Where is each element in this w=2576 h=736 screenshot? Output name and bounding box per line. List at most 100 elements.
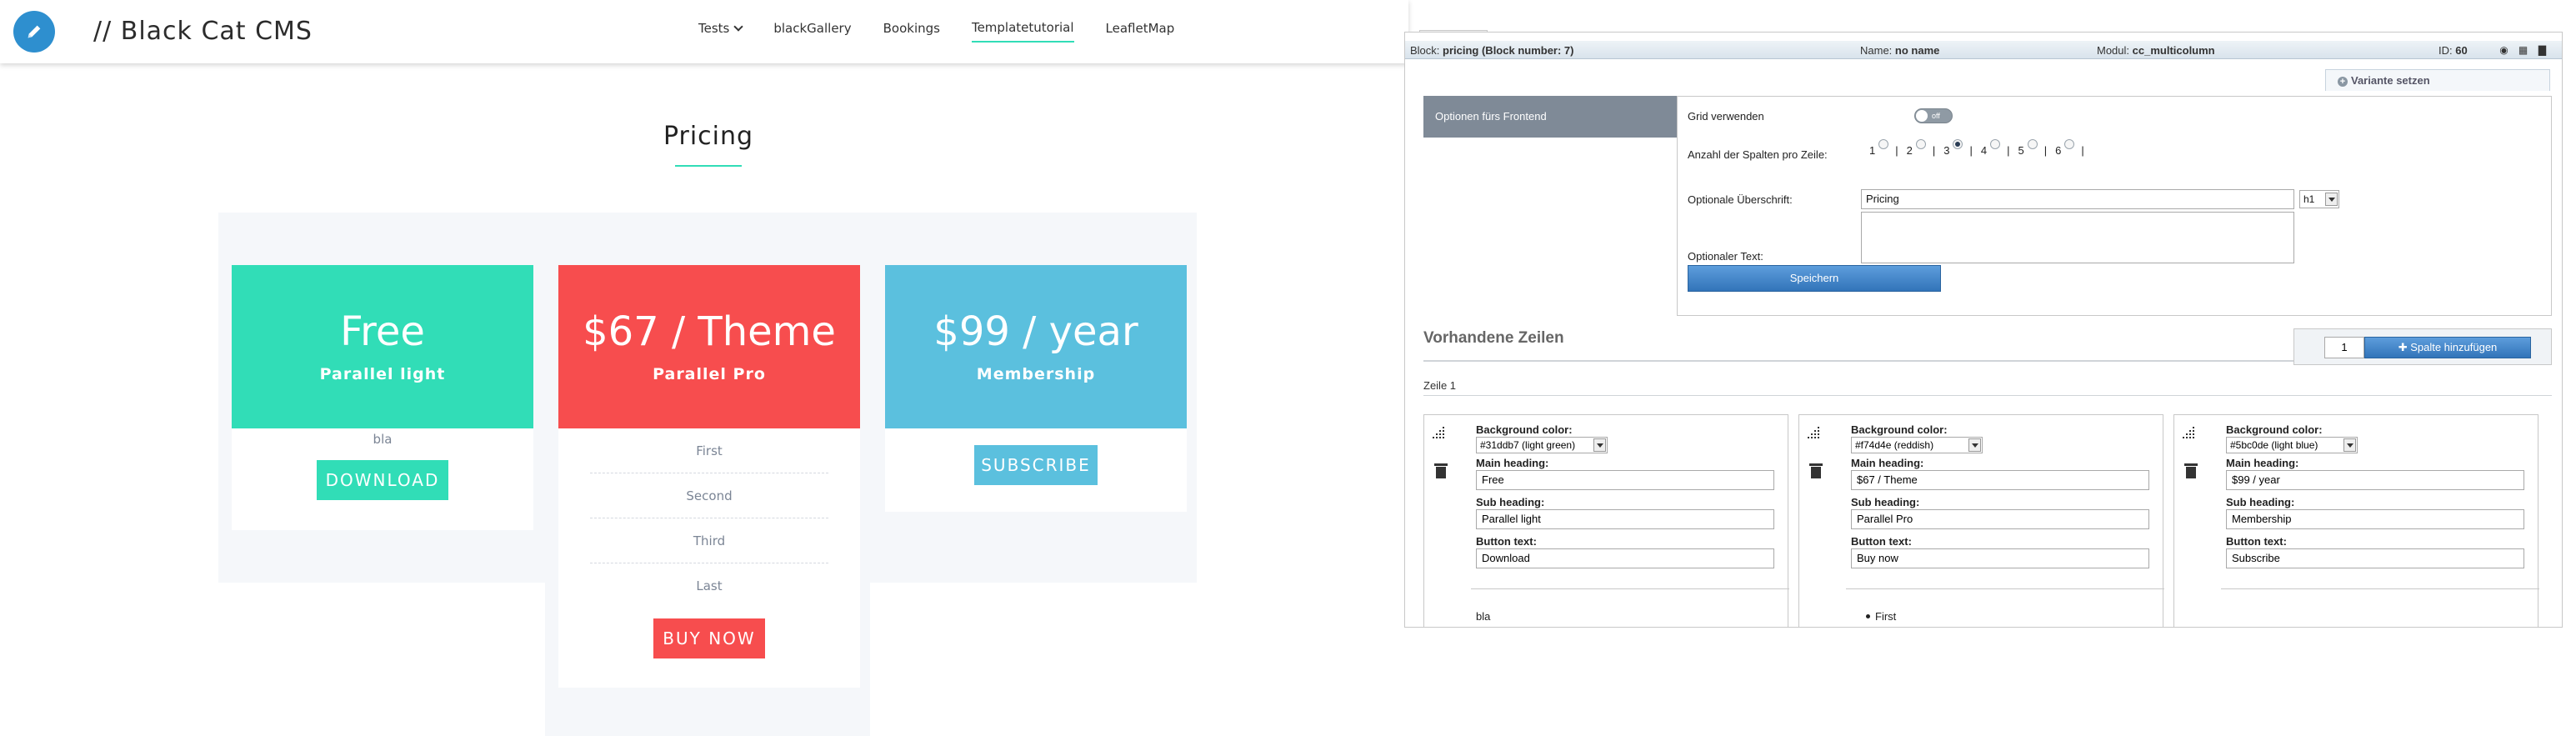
select-value: #31ddb7 (light green) xyxy=(1480,439,1576,451)
save-button[interactable]: Speichern xyxy=(1688,265,1941,292)
subscribe-button[interactable]: SUBSCRIBE xyxy=(974,445,1098,485)
trash-icon[interactable] xyxy=(1809,463,1823,478)
cms-block-editor: Block: pricing (Block number: 7) Name: n… xyxy=(1404,32,2563,628)
list-item: Last xyxy=(696,578,723,593)
sub-heading-input[interactable]: Membership xyxy=(2226,509,2524,529)
site-title[interactable]: // Black Cat CMS xyxy=(93,17,313,46)
chevron-down-icon xyxy=(1968,438,1981,452)
text-label: Optionaler Text: xyxy=(1688,250,1763,263)
radio-option-2[interactable]: 2 xyxy=(1907,139,1926,157)
radio-button[interactable] xyxy=(2064,139,2075,149)
nav-item-leafletmap[interactable]: LeafletMap xyxy=(1106,20,1175,43)
radio-button[interactable] xyxy=(1878,139,1889,149)
column-content[interactable]: First xyxy=(1851,610,1896,623)
id-value: 60 xyxy=(2455,44,2468,57)
buy-now-button[interactable]: BUY NOW xyxy=(653,618,765,658)
radio-button[interactable] xyxy=(1915,139,1926,149)
column-divider xyxy=(2221,588,2539,589)
bullet-icon xyxy=(1866,614,1870,618)
radio-label: 6 xyxy=(2055,144,2062,157)
bg-color-label: Background color: xyxy=(1851,423,1948,436)
bg-color-select[interactable]: #f74d4e (reddish) xyxy=(1851,437,1983,453)
nav-item-tests[interactable]: Tests xyxy=(698,20,744,43)
column-controls xyxy=(1799,415,1846,582)
existing-rows-title: Vorhandene Zeilen xyxy=(1423,329,1564,347)
card-price: $99 / year xyxy=(933,308,1138,355)
column-editor-1: Background color: #31ddb7 (light green) … xyxy=(1423,414,1789,627)
block-label-group: Block: pricing (Block number: 7) xyxy=(1410,44,1574,57)
trash-icon[interactable] xyxy=(1434,463,1448,478)
module-value: cc_multicolumn xyxy=(2132,44,2215,57)
select-value: #f74d4e (reddish) xyxy=(1855,439,1934,451)
radio-button[interactable] xyxy=(2027,139,2038,149)
drag-handle-icon[interactable] xyxy=(1808,427,1823,438)
card-header: Free Parallel light xyxy=(232,265,533,428)
radio-option-3[interactable]: 3 xyxy=(1943,139,1963,157)
heading-input[interactable]: Pricing xyxy=(1861,189,2294,209)
sub-heading-input[interactable]: Parallel light xyxy=(1476,509,1774,529)
list-item: First xyxy=(590,428,828,473)
list-item: Second xyxy=(590,473,828,518)
module-group: Modul: cc_multicolumn xyxy=(2097,44,2215,57)
separator: | xyxy=(2007,144,2010,157)
grid-toggle[interactable]: off xyxy=(1914,108,1953,123)
trash-icon[interactable]: ▇ xyxy=(2537,45,2548,55)
columns-radio-group: 1 | 2 | 3 | 4 | 5 | 6 | xyxy=(1869,139,2093,157)
button-text-label: Button text: xyxy=(1476,535,1537,548)
heading-level-select[interactable]: h1 xyxy=(2299,190,2339,208)
bg-color-select[interactable]: #31ddb7 (light green) xyxy=(1476,437,1608,453)
toggle-state: off xyxy=(1932,112,1940,120)
card-price: $67 / Theme xyxy=(583,308,836,355)
name-value: no name xyxy=(1894,44,1940,57)
trash-icon[interactable] xyxy=(2184,463,2198,478)
list-item: First xyxy=(1875,610,1897,623)
radio-button[interactable] xyxy=(1990,139,2001,149)
sub-heading-label: Sub heading: xyxy=(1851,496,1920,508)
title-underline xyxy=(675,165,742,167)
heading-label: Optionale Überschrift: xyxy=(1688,193,1793,206)
main-heading-input[interactable]: $99 / year xyxy=(2226,470,2524,490)
separator: | xyxy=(1895,144,1898,157)
column-content[interactable]: bla xyxy=(1476,610,1490,623)
chevron-down-icon xyxy=(2343,438,2356,452)
calendar-icon[interactable]: ▦ xyxy=(2518,45,2528,55)
tab-frontend-options[interactable]: Optionen fürs Frontend xyxy=(1423,96,1677,138)
radio-option-6[interactable]: 6 xyxy=(2055,139,2075,157)
bg-color-label: Background color: xyxy=(1476,423,1573,436)
add-column-button[interactable]: ✚ Spalte hinzufügen xyxy=(2364,337,2531,358)
button-text-input[interactable]: Buy now xyxy=(1851,548,2149,568)
set-variant-button[interactable]: + Variante setzen xyxy=(2325,69,2550,91)
card-header: $67 / Theme Parallel Pro xyxy=(558,265,860,428)
separator: | xyxy=(2043,144,2048,157)
nav-item-templatetutorial[interactable]: Templatetutorial xyxy=(971,20,1074,43)
column-count-input[interactable]: 1 xyxy=(2324,337,2364,358)
radio-option-5[interactable]: 5 xyxy=(2018,139,2038,157)
drag-handle-icon[interactable] xyxy=(1433,427,1448,438)
download-button[interactable]: DOWNLOAD xyxy=(317,460,448,500)
nav-item-blackgallery[interactable]: blackGallery xyxy=(773,20,851,43)
row-label: Zeile 1 xyxy=(1423,379,1457,392)
pricing-title: Pricing xyxy=(663,122,754,151)
eye-icon[interactable]: ◉ xyxy=(2498,45,2509,55)
pricing-card-membership: $99 / year Membership SUBSCRIBE xyxy=(885,265,1187,512)
name-label: Name: xyxy=(1860,44,1893,57)
bg-color-select[interactable]: #5bc0de (light blue) xyxy=(2226,437,2358,453)
optional-text-area[interactable] xyxy=(1861,212,2294,263)
nav-item-bookings[interactable]: Bookings xyxy=(883,20,940,43)
variant-label: Variante setzen xyxy=(2351,74,2430,87)
radio-option-1[interactable]: 1 xyxy=(1869,139,1889,157)
drag-handle-icon[interactable] xyxy=(2183,427,2198,438)
main-heading-input[interactable]: $67 / Theme xyxy=(1851,470,2149,490)
radio-option-4[interactable]: 4 xyxy=(1980,139,2001,157)
card-text: bla xyxy=(373,432,393,447)
button-text-input[interactable]: Download xyxy=(1476,548,1774,568)
toggle-knob xyxy=(1916,110,1928,122)
name-group: Name: no name xyxy=(1860,44,1939,57)
button-text-input[interactable]: Subscribe xyxy=(2226,548,2524,568)
main-heading-input[interactable]: Free xyxy=(1476,470,1774,490)
sub-heading-input[interactable]: Parallel Pro xyxy=(1851,509,2149,529)
logo-pencil-icon[interactable] xyxy=(13,11,55,53)
radio-button-checked[interactable] xyxy=(1953,139,1963,149)
separator: | xyxy=(1969,144,1973,157)
radio-label: 4 xyxy=(1980,144,1988,157)
